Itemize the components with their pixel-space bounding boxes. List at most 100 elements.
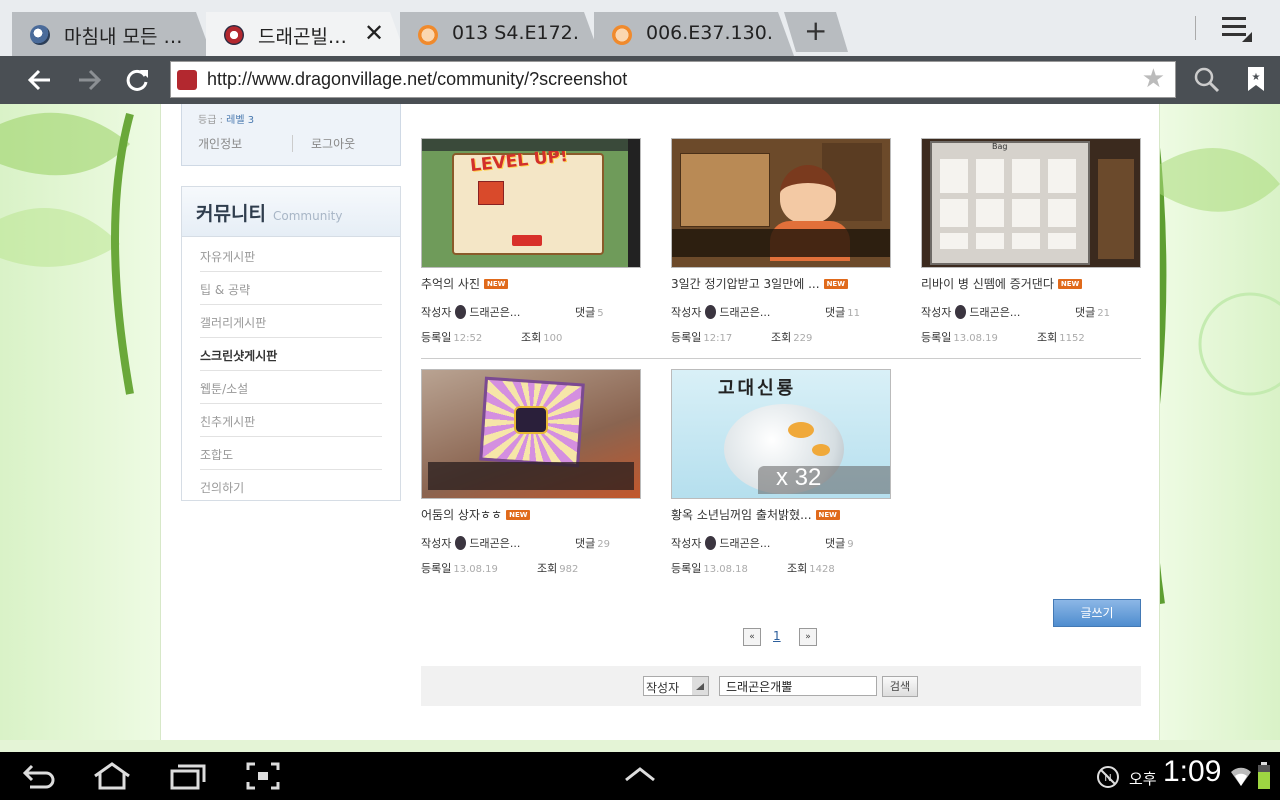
new-badge: NEW <box>823 279 848 289</box>
post-thumbnail[interactable] <box>671 138 891 268</box>
post-date: 등록일 12:52 <box>421 329 482 345</box>
egg-count: x 32 <box>776 464 822 491</box>
post-card[interactable]: 3일간 정기압받고 3일만에 ... NEW 작성자 드래곤은... 댓글 11 등록… <box>671 138 891 348</box>
date-value: 12:52 <box>453 333 483 344</box>
search-button[interactable]: 검색 <box>882 676 918 697</box>
my-info-link[interactable]: 개인정보 <box>198 135 292 152</box>
first-page-button[interactable]: « <box>743 628 761 646</box>
browser-toolbar: http://www.dragonvillage.net/community/?… <box>0 56 1280 104</box>
menu-icon[interactable] <box>1222 16 1252 42</box>
battery-icon <box>1257 762 1271 794</box>
back-nav-icon[interactable] <box>22 762 56 794</box>
star-icon[interactable]: ★ <box>1142 64 1165 94</box>
post-thumbnail[interactable] <box>421 369 641 499</box>
post-card[interactable]: LEVEL UP! 추억의 사진 NEW 작성자 드래곤은... 댓글 5 등록일 12… <box>421 138 641 348</box>
plus-icon: + <box>804 14 828 47</box>
screenshot-icon[interactable] <box>246 762 280 794</box>
sidebar-item-gallery[interactable]: 갤러리게시판 <box>200 305 382 338</box>
date-value: 13.08.19 <box>953 333 998 344</box>
post-title[interactable]: 리바이 병 신뗌에 증거댄다 NEW <box>921 275 1083 292</box>
last-page-button[interactable]: » <box>799 628 817 646</box>
post-title[interactable]: 어둠의 상자ㅎㅎ NEW <box>421 506 531 523</box>
comments-label: 댓글 <box>1075 306 1096 319</box>
avatar <box>455 536 467 550</box>
tab-title: 마침내 모든 … <box>64 26 183 48</box>
footer-band <box>0 740 1280 752</box>
post-author-row: 작성자 드래곤은... <box>671 304 770 320</box>
browser-tab-2-active[interactable]: 드래곤빌… ✕ <box>206 12 406 56</box>
author-name[interactable]: 드래곤은... <box>469 306 520 319</box>
comments-count: 5 <box>597 308 604 319</box>
post-comments: 댓글 29 <box>575 535 610 551</box>
sidebar-item-webtoon[interactable]: 웹툰/소설 <box>200 371 382 404</box>
author-label: 작성자 <box>921 306 952 319</box>
grade-text: 등급 : 레벨 3 <box>198 111 254 126</box>
write-post-button[interactable]: 글쓰기 <box>1053 599 1141 627</box>
comments-label: 댓글 <box>825 306 846 319</box>
author-name[interactable]: 드래곤은... <box>469 537 520 550</box>
chevron-up-icon[interactable] <box>624 766 656 786</box>
sidebar-item-combination[interactable]: 조합도 <box>200 437 382 470</box>
author-name[interactable]: 드래곤은... <box>719 306 770 319</box>
back-icon[interactable] <box>24 64 56 96</box>
author-label: 작성자 <box>671 306 702 319</box>
avatar <box>955 305 967 319</box>
home-icon[interactable] <box>92 762 132 794</box>
post-card[interactable]: 고대신룡 x 32 황옥 소년님꺼임 출처밝혔... NEW 작성자 드래곤은...… <box>671 369 891 579</box>
profile-links: 개인정보 로그아웃 <box>198 135 388 152</box>
post-title-text: 리바이 병 신뗌에 증거댄다 <box>921 277 1054 291</box>
post-title[interactable]: 추억의 사진 NEW <box>421 275 509 292</box>
browser-tab-4[interactable]: 006.E37.130… <box>594 12 794 56</box>
page-number-current[interactable]: 1 <box>773 629 781 643</box>
post-title[interactable]: 3일간 정기압받고 3일만에 ... NEW <box>671 275 848 292</box>
post-card[interactable]: 어둠의 상자ㅎㅎ NEW 작성자 드래곤은... 댓글 29 등록일 13.08.19 … <box>421 369 641 579</box>
search-input[interactable] <box>719 676 877 696</box>
views-count: 1152 <box>1059 333 1085 344</box>
browser-tab-strip: 마침내 모든 … 드래곤빌… ✕ 013 S4.E172… 006.E37.13… <box>0 0 1280 56</box>
post-thumbnail[interactable]: Bag <box>921 138 1141 268</box>
row-divider <box>421 358 1141 359</box>
author-name[interactable]: 드래곤은... <box>969 306 1020 319</box>
post-title-text: 어둠의 상자ㅎㅎ <box>421 508 503 522</box>
bag-title: Bag <box>992 142 1008 151</box>
post-thumbnail[interactable]: LEVEL UP! <box>421 138 641 268</box>
search-field-select[interactable]: 작성자 <box>643 676 709 696</box>
sidebar-item-suggestion[interactable]: 건의하기 <box>200 470 382 503</box>
search-icon[interactable] <box>1194 67 1220 93</box>
views-count: 100 <box>543 333 563 344</box>
post-title-text: 추억의 사진 <box>421 277 481 291</box>
date-value: 13.08.19 <box>453 564 498 575</box>
sidebar-title: 커뮤니티 <box>196 203 266 225</box>
browser-tab-3[interactable]: 013 S4.E172… <box>400 12 600 56</box>
post-title-text: 3일간 정기압받고 3일만에 ... <box>671 277 820 291</box>
grade-label: 등급 : <box>198 115 223 126</box>
post-title[interactable]: 황옥 소년님꺼임 출처밝혔... NEW <box>671 506 840 523</box>
browser-tab-1[interactable]: 마침내 모든 … <box>12 12 212 56</box>
views-count: 229 <box>793 333 813 344</box>
bookmarks-icon[interactable]: ★ <box>1246 66 1266 92</box>
sidebar-item-tips[interactable]: 팁 & 공략 <box>200 272 382 305</box>
sidebar-item-free-board[interactable]: 자유게시판 <box>200 239 382 272</box>
address-bar[interactable]: http://www.dragonvillage.net/community/?… <box>170 61 1176 98</box>
forward-icon[interactable] <box>73 64 105 96</box>
close-tab-icon[interactable]: ✕ <box>364 19 384 47</box>
author-name[interactable]: 드래곤은... <box>719 537 770 550</box>
post-card[interactable]: Bag 리바이 병 신뗌에 증거댄다 NEW 작성자 드래곤은... 댓글 21 등록… <box>921 138 1141 348</box>
comments-count: 21 <box>1097 308 1110 319</box>
sidebar-item-screenshot[interactable]: 스크린샷게시판 <box>200 338 382 371</box>
date-label: 등록일 <box>421 331 452 344</box>
sidebar-item-friends[interactable]: 친추게시판 <box>200 404 382 437</box>
recent-apps-icon[interactable] <box>170 762 206 794</box>
leaf-decoration <box>0 112 134 395</box>
date-label: 등록일 <box>671 562 702 575</box>
comments-label: 댓글 <box>575 306 596 319</box>
reload-icon[interactable] <box>121 64 153 96</box>
comments-count: 11 <box>847 308 860 319</box>
logout-link[interactable]: 로그아웃 <box>292 135 386 152</box>
new-tab-button[interactable]: + <box>784 12 848 52</box>
post-thumbnail[interactable]: 고대신룡 x 32 <box>671 369 891 499</box>
post-author-row: 작성자 드래곤은... <box>921 304 1020 320</box>
date-label: 등록일 <box>921 331 952 344</box>
comments-label: 댓글 <box>575 537 596 550</box>
date-value: 12:17 <box>703 333 733 344</box>
